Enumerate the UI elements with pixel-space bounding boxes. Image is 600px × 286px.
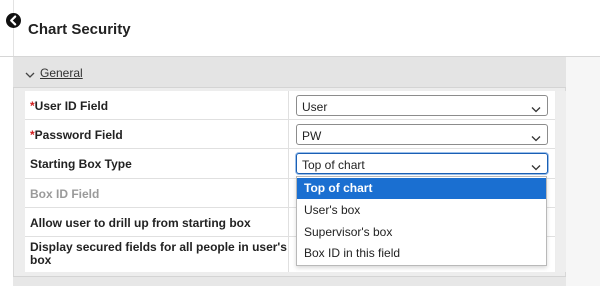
chevron-down-icon (531, 160, 541, 174)
user-id-select[interactable]: User (296, 95, 548, 116)
column-divider (288, 120, 289, 148)
password-select-value: PW (302, 129, 322, 143)
page-title: Chart Security (28, 21, 131, 38)
section-label[interactable]: General (40, 66, 83, 80)
option-top-of-chart[interactable]: Top of chart (297, 178, 546, 199)
display-secured-label-line2: box (30, 253, 52, 267)
form-row-user-id: *User ID Field User (25, 91, 555, 120)
column-divider (288, 208, 289, 236)
display-secured-label-line1: Display secured fields for all people in… (30, 240, 287, 254)
password-select[interactable]: PW (296, 124, 548, 145)
option-users-box[interactable]: User's box (297, 200, 546, 221)
user-id-select-value: User (302, 100, 328, 114)
chart-security-page: Chart Security General *User ID Field Us… (0, 0, 600, 286)
right-gutter (566, 57, 600, 286)
drill-up-label: Allow user to drill up from starting box (30, 216, 251, 230)
form-row-starting-box-type: Starting Box Type Top of chart (25, 149, 555, 179)
starting-box-type-select[interactable]: Top of chart (296, 153, 548, 174)
display-secured-label: Display secured fields for all people in… (30, 241, 287, 267)
chevron-down-icon (531, 102, 541, 116)
panel-bottom-bar (13, 276, 566, 286)
left-rule (13, 0, 14, 57)
column-divider (288, 237, 289, 272)
box-id-label: Box ID Field (30, 187, 100, 201)
starting-box-type-label: Starting Box Type (30, 157, 132, 171)
option-box-id-in-this-field[interactable]: Box ID in this field (297, 243, 546, 264)
starting-box-type-value: Top of chart (302, 158, 365, 172)
column-divider (288, 91, 289, 119)
chevron-down-icon (25, 66, 35, 84)
column-divider (288, 179, 289, 207)
user-id-label: *User ID Field (30, 99, 108, 113)
option-supervisors-box[interactable]: Supervisor's box (297, 222, 546, 243)
user-id-label-text: User ID Field (34, 99, 109, 113)
chevron-down-icon (531, 131, 541, 145)
password-label-text: Password Field (34, 128, 123, 142)
form-row-password: *Password Field PW (25, 120, 555, 149)
back-arrow-icon[interactable] (6, 13, 21, 28)
section-header-general[interactable]: General (13, 57, 566, 88)
scrollbar-track[interactable] (556, 91, 566, 272)
starting-box-type-dropdown: Top of chart User's box Supervisor's box… (296, 176, 547, 266)
column-divider (288, 149, 289, 178)
password-label: *Password Field (30, 128, 123, 142)
